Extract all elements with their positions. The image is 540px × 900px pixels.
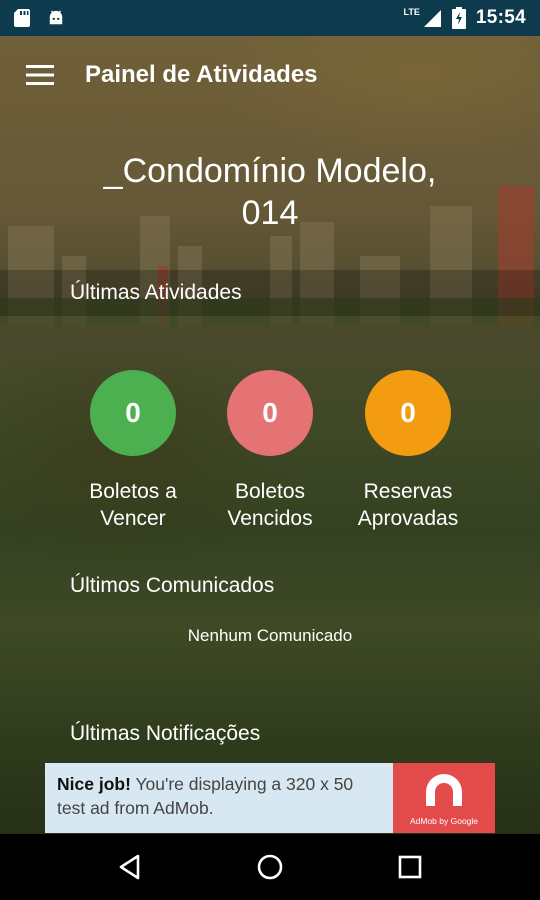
activity-bills-overdue[interactable]: 0 Boletos Vencidos xyxy=(195,370,345,532)
signal-icon xyxy=(423,10,441,27)
battery-charging-icon xyxy=(451,7,466,29)
network-type: LTE xyxy=(403,7,420,17)
ad-banner[interactable]: Nice job! You're displaying a 320 x 50 t… xyxy=(45,763,495,833)
home-circle-icon xyxy=(257,854,283,880)
back-button[interactable] xyxy=(100,837,160,897)
back-triangle-icon xyxy=(119,854,140,880)
notifications-section-title: Últimas Notificações xyxy=(70,722,261,745)
bills-due-label-line2: Vencer xyxy=(100,507,166,530)
condominium-name-line2: 014 xyxy=(241,194,299,232)
recents-button[interactable] xyxy=(380,837,440,897)
admob-caption: AdMob by Google xyxy=(409,816,479,826)
bills-overdue-label: Boletos Vencidos xyxy=(195,478,345,532)
android-icon xyxy=(49,10,63,25)
activity-bills-due[interactable]: 0 Boletos a Vencer xyxy=(58,370,208,532)
condominium-name: _Condomínio Modelo, 014 xyxy=(0,150,540,234)
admob-icon xyxy=(426,774,462,806)
admob-logo: AdMob by Google xyxy=(393,763,495,833)
bills-due-count-badge: 0 xyxy=(90,370,176,456)
activity-reservations-approved[interactable]: 0 Reservas Aprovadas xyxy=(333,370,483,532)
condominium-name-line1: _Condomínio Modelo, xyxy=(103,152,437,190)
reservations-label-line1: Reservas xyxy=(363,480,453,503)
bills-overdue-count-badge: 0 xyxy=(227,370,313,456)
sd-card-icon xyxy=(14,9,30,27)
app-bar: Painel de Atividades xyxy=(0,36,540,114)
reservations-label: Reservas Aprovadas xyxy=(333,478,483,532)
system-navigation-bar xyxy=(0,834,540,900)
bills-overdue-label-line1: Boletos xyxy=(234,480,306,503)
recents-square-icon xyxy=(398,855,422,879)
reservations-count-badge: 0 xyxy=(365,370,451,456)
page-title: Painel de Atividades xyxy=(85,61,318,88)
reservations-label-line2: Aprovadas xyxy=(357,507,459,530)
menu-button[interactable] xyxy=(0,36,80,114)
dashboard-background: Painel de Atividades _Condomínio Modelo,… xyxy=(0,36,540,834)
bills-due-label: Boletos a Vencer xyxy=(58,478,208,532)
activities-section-title: Últimas Atividades xyxy=(70,281,242,304)
bills-due-label-line1: Boletos a xyxy=(89,480,177,503)
status-bar: LTE 15:54 xyxy=(0,0,540,36)
announcements-empty-message: Nenhum Comunicado xyxy=(187,626,353,645)
hamburger-menu-icon xyxy=(26,65,54,85)
home-button[interactable] xyxy=(240,837,300,897)
ad-text: Nice job! You're displaying a 320 x 50 t… xyxy=(45,763,393,833)
announcements-section-title: Últimos Comunicados xyxy=(70,574,275,597)
clock: 15:54 xyxy=(475,7,526,28)
ad-headline: Nice job! xyxy=(57,774,131,794)
bills-overdue-label-line2: Vencidos xyxy=(227,507,313,530)
